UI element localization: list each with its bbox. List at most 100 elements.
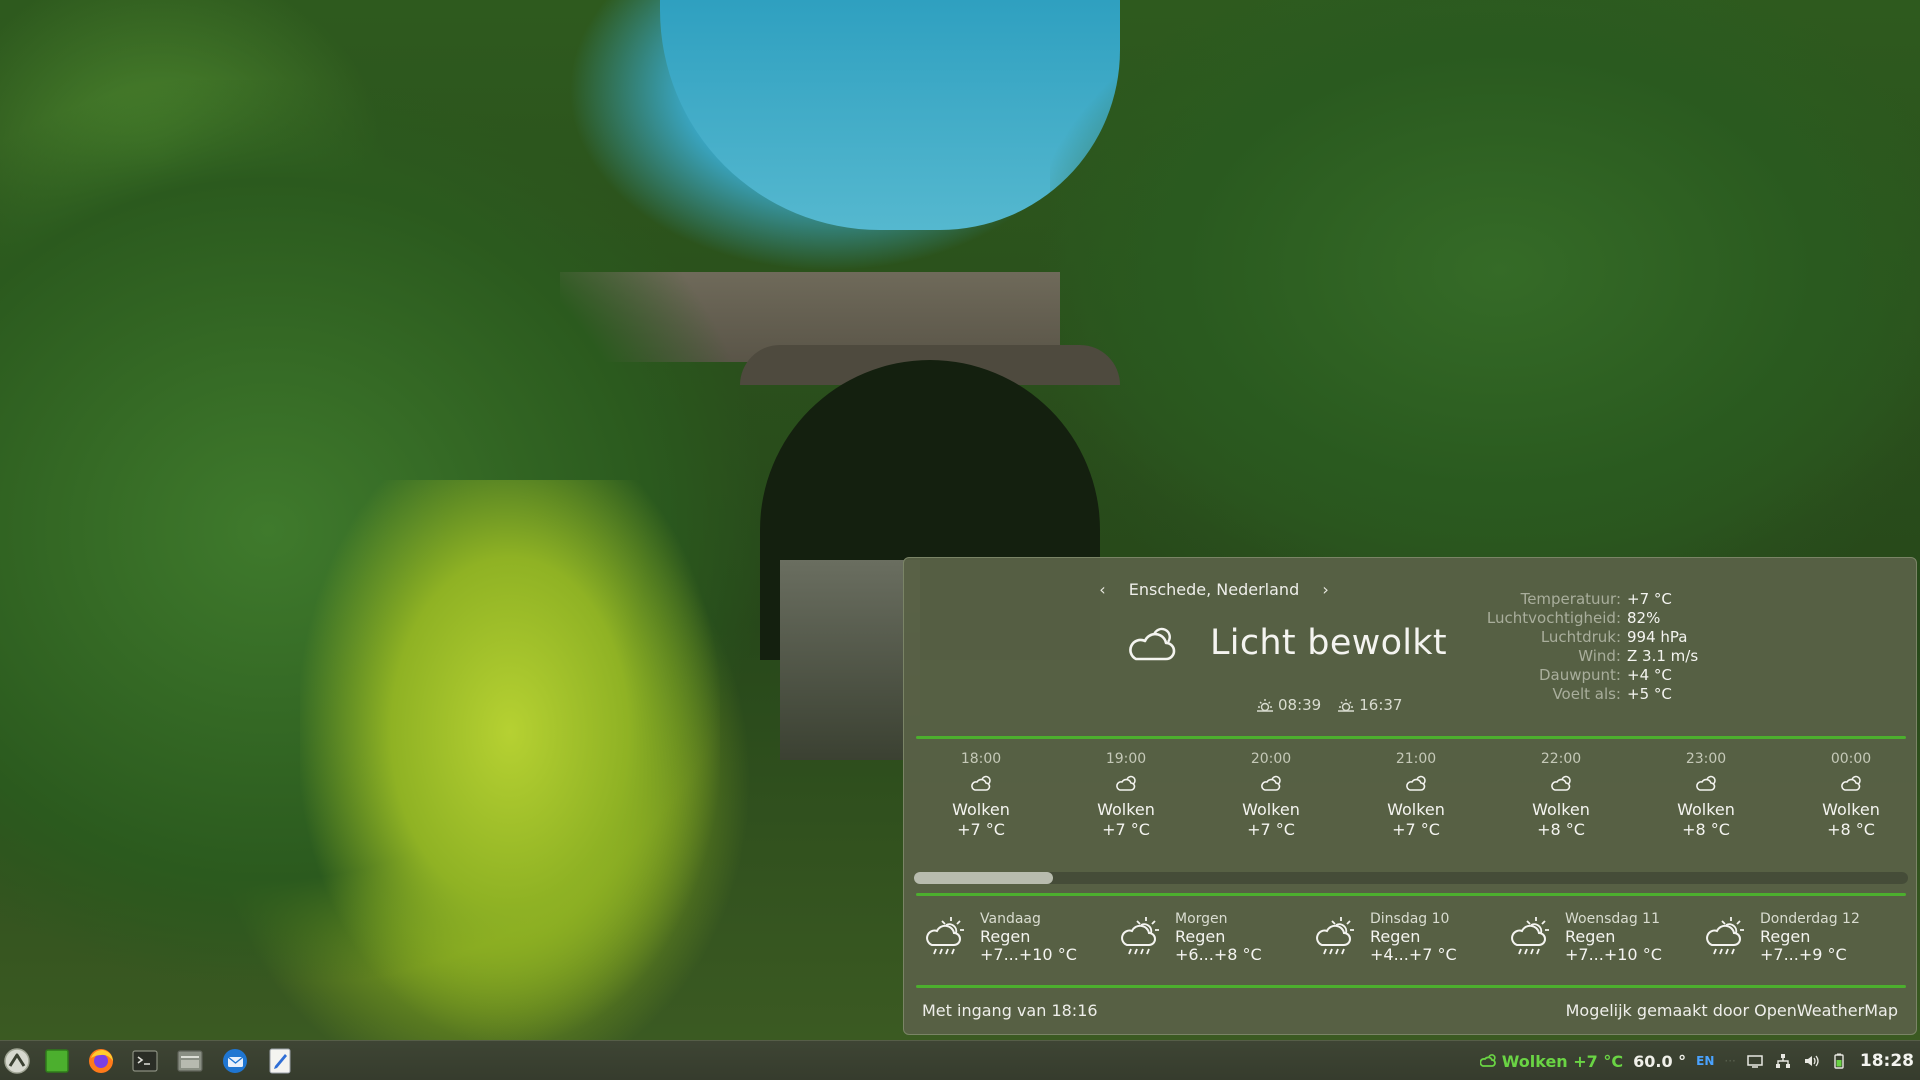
hourly-item: 21:00 Wolken +7 °C bbox=[1361, 750, 1471, 840]
hour-temperature: +7 °C bbox=[957, 820, 1005, 839]
location-label[interactable]: Enschede, Nederland bbox=[1129, 580, 1299, 599]
files-launcher[interactable] bbox=[173, 1045, 207, 1077]
separator bbox=[916, 893, 1906, 896]
day-condition: Regen bbox=[1175, 927, 1226, 946]
display-icon[interactable] bbox=[1746, 1052, 1764, 1070]
volume-icon[interactable] bbox=[1802, 1052, 1820, 1070]
hour-time: 23:00 bbox=[1685, 751, 1727, 767]
daily-item: Morgen Regen +6...+8 °C bbox=[1119, 910, 1309, 964]
location-selector: ‹ Enschede, Nederland › bbox=[904, 580, 1524, 599]
hour-condition: Wolken bbox=[952, 800, 1010, 819]
cloud-sun-icon bbox=[1129, 627, 1176, 661]
day-temperature: +7...+9 °C bbox=[1760, 945, 1847, 964]
sunrise-time: 08:39 bbox=[1278, 696, 1322, 714]
firefox-launcher[interactable] bbox=[84, 1045, 118, 1077]
day-temperature: +4...+7 °C bbox=[1370, 945, 1457, 964]
detail-value: Z 3.1 m/s bbox=[1627, 647, 1699, 665]
sunrise-icon bbox=[1257, 699, 1273, 712]
weather-details: Temperatuur: +7 °C Luchtvochtigheid: 82% L… bbox=[1459, 590, 1698, 704]
hourly-forecast[interactable]: 18:00 Wolken +7 °C 19:00 Wolken +7 °C 20… bbox=[916, 750, 1906, 842]
hourly-item: 22:00 Wolken +8 °C bbox=[1506, 750, 1616, 840]
folder-icon bbox=[177, 1050, 203, 1072]
terminal-launcher[interactable] bbox=[128, 1045, 162, 1077]
sun-rain-icon bbox=[1511, 917, 1549, 955]
terminal-icon bbox=[132, 1050, 158, 1072]
text-editor-icon bbox=[269, 1048, 291, 1074]
hour-time: 21:00 bbox=[1395, 751, 1437, 767]
detail-value: +4 °C bbox=[1627, 666, 1672, 684]
previous-location-button[interactable]: ‹ bbox=[1081, 580, 1123, 599]
hourly-item: 19:00 Wolken +7 °C bbox=[1071, 750, 1181, 840]
wallpaper-foliage-yellow bbox=[300, 480, 720, 1040]
sunset-time: 16:37 bbox=[1359, 696, 1403, 714]
hour-temperature: +7 °C bbox=[1392, 820, 1440, 839]
daily-item: Donderdag 12 Regen +7...+9 °C bbox=[1704, 910, 1894, 964]
detail-row-humidity: Luchtvochtigheid: 82% bbox=[1459, 609, 1698, 628]
cloud-sun-icon bbox=[1261, 775, 1281, 791]
hourly-item: 20:00 Wolken +7 °C bbox=[1216, 750, 1326, 840]
day-condition: Regen bbox=[1760, 927, 1811, 946]
system-tray: Wolken +7 °C 60.0 ° EN ··· 18:28 bbox=[1479, 1041, 1914, 1080]
day-temperature: +7...+10 °C bbox=[980, 945, 1077, 964]
detail-row-feels-like: Voelt als: +5 °C bbox=[1459, 685, 1698, 704]
next-location-button[interactable]: › bbox=[1304, 580, 1346, 599]
day-condition: Regen bbox=[1370, 927, 1421, 946]
menu-logo-icon bbox=[4, 1048, 30, 1074]
separator bbox=[916, 985, 1906, 988]
keyboard-layout[interactable]: EN bbox=[1696, 1054, 1714, 1068]
hour-temperature: +8 °C bbox=[1537, 820, 1585, 839]
day-condition: Regen bbox=[1565, 927, 1616, 946]
hour-temperature: +8 °C bbox=[1682, 820, 1730, 839]
day-name: Woensdag 11 bbox=[1565, 911, 1660, 927]
day-name: Dinsdag 10 bbox=[1370, 911, 1450, 927]
sun-rain-icon bbox=[1706, 917, 1744, 955]
detail-key: Voelt als: bbox=[1552, 685, 1621, 703]
current-condition: Licht bewolkt bbox=[1124, 623, 1447, 663]
text-editor-launcher[interactable] bbox=[263, 1045, 297, 1077]
sun-times: 08:39 16:37 bbox=[1256, 696, 1402, 714]
sun-rain-icon bbox=[926, 917, 964, 955]
detail-value: 994 hPa bbox=[1627, 628, 1688, 646]
daily-item: Vandaag Regen +7...+10 °C bbox=[924, 910, 1114, 964]
cloud-sun-icon bbox=[1116, 775, 1136, 791]
detail-row-dewpoint: Dauwpunt: +4 °C bbox=[1459, 666, 1698, 685]
clock[interactable]: 18:28 bbox=[1860, 1051, 1914, 1071]
cloud-sun-icon bbox=[1406, 775, 1426, 791]
sun-rain-icon bbox=[1121, 917, 1159, 955]
hourly-scrollbar[interactable] bbox=[914, 872, 1908, 884]
daily-item: Woensdag 11 Regen +7...+10 °C bbox=[1509, 910, 1699, 964]
detail-key: Wind: bbox=[1578, 647, 1621, 665]
day-name: Donderdag 12 bbox=[1760, 911, 1860, 927]
network-icon[interactable] bbox=[1774, 1052, 1792, 1070]
hour-condition: Wolken bbox=[1387, 800, 1445, 819]
desktop-icon bbox=[45, 1049, 69, 1073]
hourly-scrollbar-thumb[interactable] bbox=[914, 872, 1054, 884]
detail-key: Luchtvochtigheid: bbox=[1486, 609, 1621, 627]
sunset-icon bbox=[1338, 699, 1355, 712]
tray-spacer: ··· bbox=[1724, 1054, 1736, 1068]
sunrise: 08:39 bbox=[1256, 696, 1321, 714]
sunset: 16:37 bbox=[1337, 696, 1402, 714]
hour-temperature: +7 °C bbox=[1102, 820, 1150, 839]
day-condition: Regen bbox=[980, 927, 1031, 946]
hour-condition: Wolken bbox=[1677, 800, 1735, 819]
day-temperature: +6...+8 °C bbox=[1175, 945, 1262, 964]
day-name: Vandaag bbox=[980, 911, 1041, 927]
battery-icon[interactable] bbox=[1830, 1052, 1848, 1070]
detail-key: Dauwpunt: bbox=[1539, 666, 1621, 684]
provider-link[interactable]: Mogelijk gemaakt door OpenWeatherMap bbox=[1566, 1001, 1898, 1020]
hourly-item: 23:00 Wolken +8 °C bbox=[1651, 750, 1761, 840]
condition-text: Licht bewolkt bbox=[1210, 623, 1447, 663]
hour-time: 22:00 bbox=[1540, 751, 1582, 767]
cpu-temperature[interactable]: 60.0 ° bbox=[1633, 1052, 1686, 1071]
cloud-sun-icon bbox=[1841, 775, 1861, 791]
menu-button[interactable] bbox=[0, 1045, 34, 1077]
show-desktop-button[interactable] bbox=[40, 1045, 74, 1077]
hour-temperature: +7 °C bbox=[1247, 820, 1295, 839]
weather-applet-button[interactable]: Wolken +7 °C bbox=[1479, 1052, 1623, 1071]
detail-value: 82% bbox=[1627, 609, 1661, 627]
cloud-sun-icon bbox=[971, 775, 991, 791]
detail-row-wind: Wind: Z 3.1 m/s bbox=[1459, 647, 1698, 666]
thunderbird-launcher[interactable] bbox=[218, 1045, 252, 1077]
hour-condition: Wolken bbox=[1242, 800, 1300, 819]
